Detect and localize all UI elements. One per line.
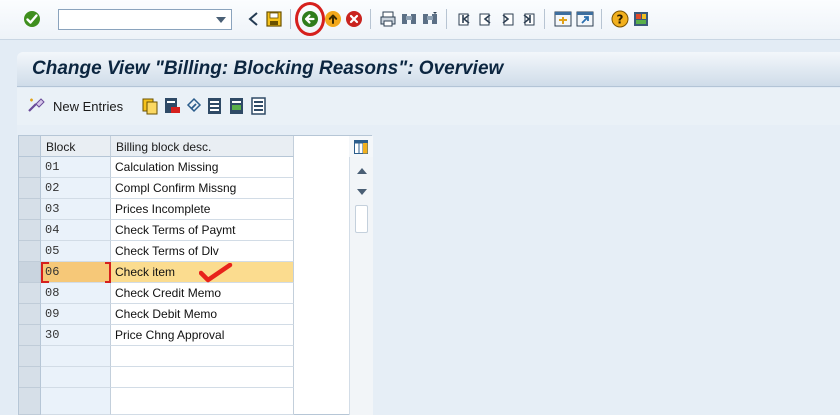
table-row[interactable]: 09 Check Debit Memo [19,304,294,325]
block-cell[interactable]: 02 [41,178,111,199]
table-row[interactable]: 01 Calculation Missing [19,157,294,178]
desc-cell[interactable]: Compl Confirm Missng [111,178,294,199]
scroll-down-icon[interactable] [356,187,368,197]
back-triangle-icon[interactable] [243,9,263,29]
block-cell[interactable] [41,346,111,367]
scroll-up-icon[interactable] [356,166,368,176]
table-control: Block Billing block desc. 01 Calculation … [18,135,373,415]
select-all-rows-button[interactable] [19,136,41,157]
previous-page-icon[interactable] [476,9,496,29]
desc-cell[interactable] [111,388,294,415]
row-selector[interactable] [19,325,41,346]
row-selector[interactable] [19,262,41,283]
table-row-empty[interactable] [19,346,294,367]
select-block-icon[interactable] [229,97,245,115]
row-selector[interactable] [19,157,41,178]
help-icon[interactable]: ? [610,9,630,29]
row-selector[interactable] [19,388,41,415]
row-selector[interactable] [19,346,41,367]
cell-focus-bracket-right [105,262,111,283]
new-entries-button[interactable]: New Entries [27,97,123,115]
deselect-all-icon[interactable] [251,97,267,115]
exit-icon[interactable] [323,9,343,29]
command-input[interactable] [59,10,211,29]
row-selector[interactable] [19,283,41,304]
desc-cell[interactable]: Price Chng Approval [111,325,294,346]
back-button-highlight-circle [295,2,325,36]
table-row-empty[interactable] [19,367,294,388]
block-cell[interactable]: 01 [41,157,111,178]
last-page-icon[interactable] [518,9,538,29]
delete-icon[interactable] [163,97,181,115]
new-entries-icon [27,97,47,116]
cell-focus-bracket-left [41,262,111,283]
table-row[interactable]: 02 Compl Confirm Missng [19,178,294,199]
column-configuration-icon[interactable] [349,136,373,157]
page-title: Change View "Billing: Blocking Reasons":… [32,58,504,79]
new-entries-label: New Entries [53,98,124,114]
column-header-block[interactable]: Block [41,136,111,157]
save-icon[interactable] [264,9,284,29]
block-cell[interactable]: 05 [41,241,111,262]
desc-cell[interactable]: Prices Incomplete [111,199,294,220]
table-row-selected[interactable]: 06 Check item [19,262,294,283]
block-cell[interactable]: 09 [41,304,111,325]
table-row-empty[interactable] [19,388,294,415]
enter-check-icon[interactable] [22,9,42,29]
row-selector[interactable] [19,178,41,199]
block-cell[interactable]: 04 [41,220,111,241]
block-cell[interactable] [41,388,111,415]
block-cell[interactable]: 08 [41,283,111,304]
command-dropdown-icon[interactable] [211,10,231,29]
desc-cell[interactable]: Check Debit Memo [111,304,294,325]
block-cell[interactable]: 03 [41,199,111,220]
undo-change-icon[interactable] [185,97,203,115]
column-header-billing-block-desc[interactable]: Billing block desc. [111,136,294,157]
scroll-thumb[interactable] [355,205,368,233]
desc-cell[interactable]: Calculation Missing [111,157,294,178]
desc-cell[interactable]: Check Credit Memo [111,283,294,304]
block-cell[interactable]: 30 [41,325,111,346]
system-toolbar: ? [0,0,840,40]
command-field[interactable] [58,9,232,30]
application-toolbar: New Entries [17,88,840,125]
table-row[interactable]: 30 Price Chng Approval [19,325,294,346]
row-selector[interactable] [19,367,41,388]
block-cell[interactable] [41,367,111,388]
row-selector[interactable] [19,199,41,220]
create-session-icon[interactable] [553,9,573,29]
desc-cell[interactable] [111,346,294,367]
first-page-icon[interactable] [455,9,475,29]
desc-cell[interactable]: Check Terms of Dlv [111,241,294,262]
layout-icon[interactable] [631,9,651,29]
desc-cell[interactable]: Check Terms of Paymt [111,220,294,241]
copy-as-icon[interactable] [141,97,159,115]
row-selector[interactable] [19,241,41,262]
row-selector[interactable] [19,220,41,241]
vertical-scrollbar[interactable] [349,157,373,415]
find-icon[interactable] [399,9,419,29]
table-row[interactable]: 05 Check Terms of Dlv [19,241,294,262]
select-all-icon[interactable] [207,97,223,115]
desc-cell[interactable] [111,367,294,388]
annotation-checkmark-icon [199,263,233,283]
table-row[interactable]: 08 Check Credit Memo [19,283,294,304]
find-next-icon[interactable] [420,9,440,29]
print-icon[interactable] [378,9,398,29]
title-bar: Change View "Billing: Blocking Reasons":… [17,52,840,87]
cancel-icon[interactable] [344,9,364,29]
table-row[interactable]: 04 Check Terms of Paymt [19,220,294,241]
shortcut-icon[interactable] [575,9,595,29]
svg-text:?: ? [617,13,624,27]
row-selector[interactable] [19,304,41,325]
table-row[interactable]: 03 Prices Incomplete [19,199,294,220]
next-page-icon[interactable] [497,9,517,29]
